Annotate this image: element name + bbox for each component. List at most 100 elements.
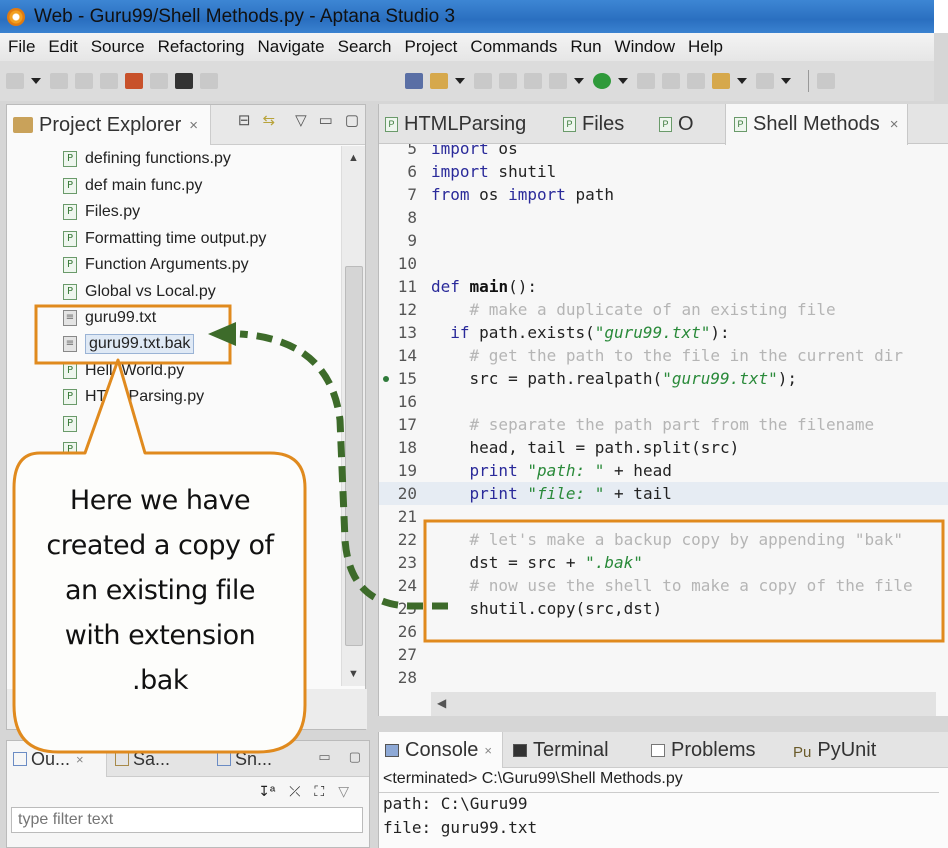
back-icon[interactable] bbox=[712, 73, 730, 89]
tab-snippets[interactable]: Sn... bbox=[217, 741, 272, 777]
forward-icon[interactable] bbox=[756, 73, 774, 89]
collapse-icon[interactable]: ⤫ bbox=[289, 783, 300, 800]
scroll-up-icon[interactable]: ▲ bbox=[348, 152, 359, 164]
expand-icon[interactable]: ⛶ bbox=[314, 783, 324, 800]
code-line[interactable]: 22 # let's make a backup copy by appendi… bbox=[379, 528, 948, 551]
code-line[interactable]: 14 # get the path to the file in the cur… bbox=[379, 344, 948, 367]
tab-files[interactable]: P Files bbox=[563, 104, 624, 144]
filter-input[interactable] bbox=[11, 807, 363, 833]
code-line[interactable]: 24 # now use the shell to make a copy of… bbox=[379, 574, 948, 597]
code-line[interactable]: 16 bbox=[379, 390, 948, 413]
debug-pin-icon[interactable] bbox=[405, 73, 423, 89]
code-line[interactable]: 17 # separate the path part from the fil… bbox=[379, 413, 948, 436]
close-icon[interactable]: × bbox=[890, 116, 899, 133]
vertical-scrollbar[interactable]: ▲ ▼ bbox=[341, 146, 365, 686]
code-line[interactable]: 21 bbox=[379, 505, 948, 528]
tree-item[interactable]: P bbox=[63, 412, 85, 436]
preview-icon[interactable] bbox=[150, 73, 168, 89]
menu-help[interactable]: Help bbox=[688, 37, 723, 57]
open-type-icon[interactable] bbox=[474, 73, 492, 89]
collapse-all-icon[interactable]: ⊟ bbox=[238, 111, 251, 129]
run-dropdown-icon[interactable] bbox=[618, 78, 628, 84]
tree-item[interactable]: P Function Arguments.py bbox=[63, 253, 249, 277]
new-icon[interactable] bbox=[6, 73, 24, 89]
next-annotation-icon[interactable] bbox=[687, 73, 705, 89]
code-line[interactable]: 7 from os import path bbox=[379, 183, 948, 206]
save-all-icon[interactable] bbox=[75, 73, 93, 89]
tree-item[interactable]: Pdef main func.py bbox=[63, 174, 202, 198]
code-line[interactable]: 15 src = path.realpath("guru99.txt"); bbox=[379, 367, 948, 390]
back-dropdown-icon[interactable] bbox=[737, 78, 747, 84]
tab-problems[interactable]: Problems bbox=[651, 732, 755, 768]
menu-search[interactable]: Search bbox=[338, 37, 392, 57]
menu-run[interactable]: Run bbox=[570, 37, 601, 57]
copy-icon[interactable] bbox=[524, 73, 542, 89]
annotation-icon[interactable] bbox=[637, 73, 655, 89]
view-menu-icon[interactable]: ▽ bbox=[338, 783, 349, 800]
deploy-icon[interactable] bbox=[100, 73, 118, 89]
code-line[interactable]: 5 import os bbox=[379, 144, 948, 160]
tab-outline[interactable]: Ou... × bbox=[7, 741, 107, 777]
tree-item[interactable]: ≡ guru99.txt bbox=[63, 306, 156, 330]
forward-dropdown-icon[interactable] bbox=[781, 78, 791, 84]
code-line[interactable]: 25 shutil.copy(src,dst) bbox=[379, 597, 948, 620]
code-line[interactable]: 26 bbox=[379, 620, 948, 643]
minimize-icon[interactable]: ▭ bbox=[318, 749, 330, 765]
tab-terminal[interactable]: Terminal bbox=[513, 732, 609, 768]
menu-edit[interactable]: Edit bbox=[48, 37, 77, 57]
link-editor-icon[interactable]: ⇆ bbox=[263, 111, 276, 129]
menu-refactoring[interactable]: Refactoring bbox=[158, 37, 245, 57]
run-icon[interactable] bbox=[593, 73, 611, 89]
code-line[interactable]: 27 bbox=[379, 643, 948, 666]
menu-navigate[interactable]: Navigate bbox=[258, 37, 325, 57]
tab-samples[interactable]: Sa... bbox=[115, 741, 170, 777]
code-line[interactable]: 23 dst = src + ".bak" bbox=[379, 551, 948, 574]
menu-window[interactable]: Window bbox=[615, 37, 675, 57]
code-line[interactable]: 13 if path.exists("guru99.txt"): bbox=[379, 321, 948, 344]
menu-file[interactable]: File bbox=[8, 37, 35, 57]
tree-item[interactable]: P Files.py bbox=[63, 200, 140, 224]
code-line[interactable]: 19 print "path: " + head bbox=[379, 459, 948, 482]
tab-project-explorer[interactable]: Project Explorer × bbox=[7, 105, 211, 145]
tree-item[interactable]: P Global vs Local.py bbox=[63, 280, 216, 304]
settings-dropdown-icon[interactable] bbox=[574, 78, 584, 84]
menu-project[interactable]: Project bbox=[405, 37, 458, 57]
code-line[interactable]: 11 def main(): bbox=[379, 275, 948, 298]
maximize-icon[interactable]: ▢ bbox=[345, 111, 359, 129]
pencil-dropdown-icon[interactable] bbox=[455, 78, 465, 84]
tree-item[interactable]: P Formatting time output.py bbox=[63, 227, 266, 251]
terminal-icon[interactable] bbox=[175, 73, 193, 89]
tab-pyunit[interactable]: Pu PyUnit bbox=[793, 732, 876, 768]
scrollbar-thumb[interactable] bbox=[345, 266, 363, 646]
close-icon[interactable]: × bbox=[189, 117, 198, 134]
tree-item[interactable]: P HelloWorld.py bbox=[63, 359, 184, 383]
minimize-icon[interactable]: ▭ bbox=[319, 111, 333, 129]
tree-item[interactable]: Pdefining functions.py bbox=[63, 147, 231, 171]
prev-annotation-icon[interactable] bbox=[662, 73, 680, 89]
sync-icon[interactable] bbox=[200, 73, 218, 89]
settings-gear-icon[interactable] bbox=[549, 73, 567, 89]
code-line[interactable]: 6 import shutil bbox=[379, 160, 948, 183]
tree-item-selected[interactable]: ≡ guru99.txt.bak bbox=[63, 332, 195, 356]
perspective-icon[interactable] bbox=[817, 73, 835, 89]
tab-console[interactable]: Console × bbox=[379, 732, 503, 768]
code-line[interactable]: 20 print "file: " + tail bbox=[379, 482, 948, 505]
save-icon[interactable] bbox=[50, 73, 68, 89]
code-line[interactable]: 10 bbox=[379, 252, 948, 275]
code-line[interactable]: 8 bbox=[379, 206, 948, 229]
tab-htmlparsing[interactable]: P HTMLParsing bbox=[385, 104, 526, 144]
menu-commands[interactable]: Commands bbox=[470, 37, 557, 57]
tab-shell-methods[interactable]: P Shell Methods × bbox=[725, 104, 908, 145]
scroll-down-icon[interactable]: ▼ bbox=[348, 668, 359, 680]
scroll-left-icon[interactable]: ◀ bbox=[437, 696, 446, 710]
tab-o[interactable]: PO bbox=[659, 104, 694, 144]
close-icon[interactable]: × bbox=[76, 752, 84, 767]
code-line[interactable]: 12 # make a duplicate of an existing fil… bbox=[379, 298, 948, 321]
pencil-icon[interactable] bbox=[430, 73, 448, 89]
maximize-icon[interactable]: ▢ bbox=[349, 749, 361, 765]
home-icon[interactable] bbox=[125, 73, 143, 89]
code-area[interactable]: 5 import os 6 import shutil 7 from os import … bbox=[379, 144, 948, 692]
tree-item[interactable]: P bbox=[63, 438, 85, 462]
editor-horizontal-scrollbar[interactable]: ◀ bbox=[431, 692, 936, 716]
code-line[interactable]: 18 head, tail = path.split(src) bbox=[379, 436, 948, 459]
